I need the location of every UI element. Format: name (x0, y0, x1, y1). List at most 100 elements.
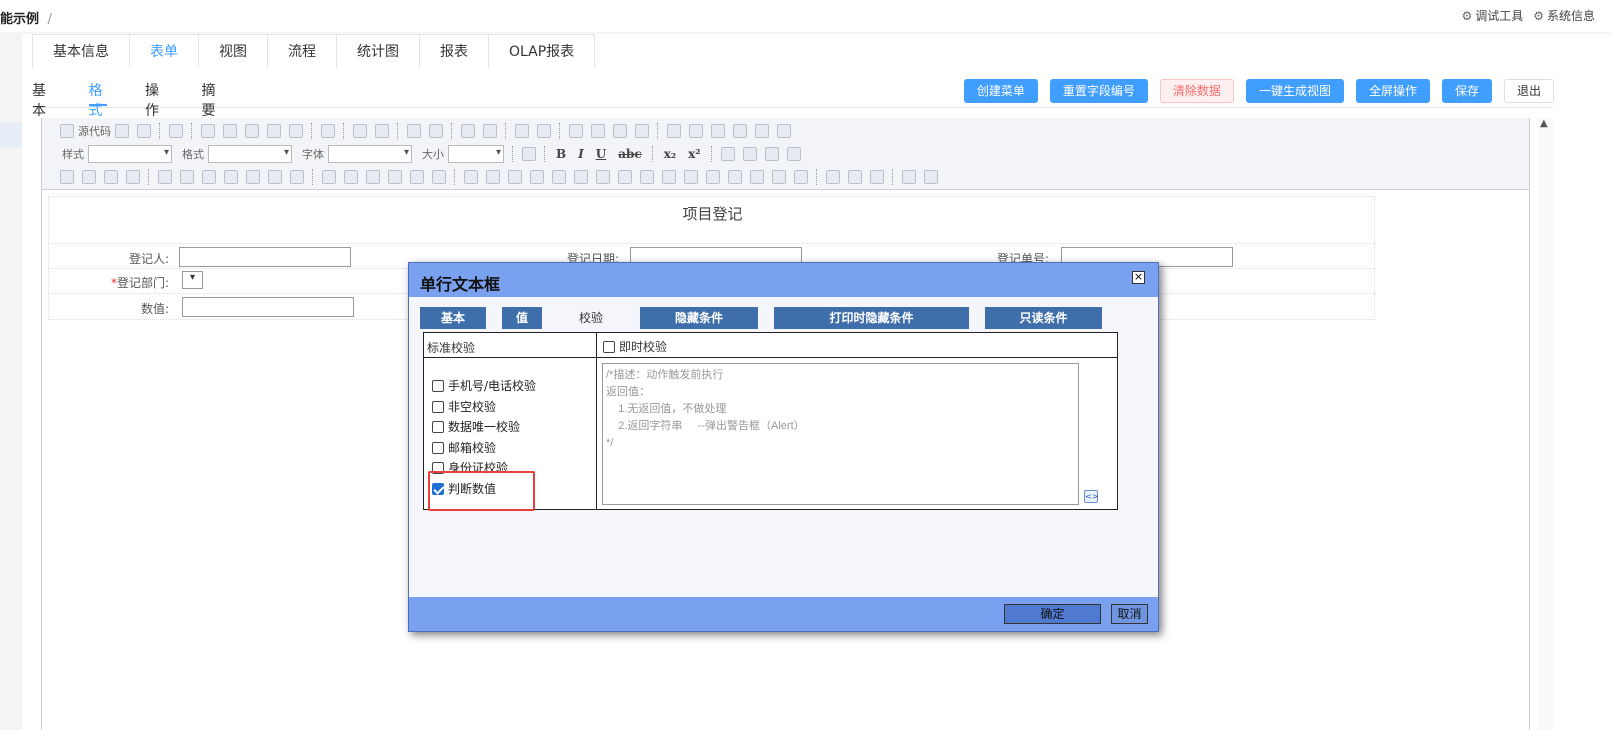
scroll-up-icon[interactable]: ▲ (1540, 118, 1548, 129)
strikethrough-icon[interactable]: abc (618, 147, 641, 161)
web-field-icon[interactable] (662, 170, 676, 184)
align-right-icon[interactable] (764, 147, 779, 161)
dialog-tab-readonly-condition[interactable]: 只读条件 (985, 307, 1102, 329)
email-checkbox[interactable] (432, 442, 444, 454)
zoom-icon[interactable] (137, 124, 151, 138)
hr-icon[interactable] (733, 124, 747, 138)
subscript-icon[interactable]: x₂ (664, 147, 676, 161)
ordered-list-icon[interactable] (515, 124, 529, 138)
preview-find-icon[interactable] (522, 147, 536, 161)
source-code-button[interactable]: 源代码 (78, 123, 111, 139)
smiley-icon[interactable] (755, 124, 769, 138)
circle-field-icon[interactable] (706, 170, 720, 184)
view-field-icon[interactable] (366, 170, 380, 184)
bold-icon[interactable]: B (556, 147, 566, 161)
image-field-icon[interactable] (508, 170, 522, 184)
replace-icon[interactable] (429, 124, 443, 138)
unlink-icon[interactable] (848, 170, 862, 184)
calendar-field-icon[interactable] (158, 170, 172, 184)
map-field-icon[interactable] (388, 170, 402, 184)
tab-view[interactable]: 视图 (198, 34, 268, 68)
special-char-icon[interactable] (777, 124, 791, 138)
template-icon[interactable] (169, 124, 183, 138)
link-icon[interactable] (826, 170, 840, 184)
superscript-icon[interactable]: x² (688, 147, 700, 161)
tab-report[interactable]: 报表 (419, 34, 489, 68)
italic-icon[interactable]: I (578, 147, 584, 161)
subtab-action[interactable]: 操作 (145, 80, 164, 119)
undo-icon[interactable] (353, 124, 367, 138)
fullscreen-button[interactable]: 全屏操作 (1355, 79, 1430, 103)
number-field-icon[interactable] (728, 170, 742, 184)
tab-chart[interactable]: 统计图 (336, 34, 420, 68)
dept-field-icon[interactable] (224, 170, 238, 184)
attach-field-icon[interactable] (268, 170, 282, 184)
format-select[interactable] (208, 145, 292, 163)
align-left-icon[interactable] (720, 147, 735, 161)
instant-validation-checkbox[interactable] (603, 341, 615, 353)
user-field-icon[interactable] (202, 170, 216, 184)
chart-field-icon[interactable] (684, 170, 698, 184)
radio-field-icon[interactable] (82, 170, 96, 184)
spellcheck-icon[interactable] (321, 124, 335, 138)
outdent-icon[interactable] (569, 124, 583, 138)
value-input[interactable] (182, 297, 354, 317)
mic-field-icon[interactable] (596, 170, 610, 184)
list-field-icon[interactable] (432, 170, 446, 184)
exit-button[interactable]: 退出 (1503, 79, 1554, 103)
photo-field-icon[interactable] (574, 170, 588, 184)
anchor-icon[interactable] (870, 170, 884, 184)
dialog-tab-value[interactable]: 值 (502, 307, 542, 329)
checkbox-field-icon[interactable] (60, 170, 74, 184)
select-field-icon[interactable] (290, 170, 304, 184)
generate-view-button[interactable]: 一键生成视图 (1245, 79, 1344, 103)
subtab-format[interactable]: 格式 (88, 80, 107, 119)
align-center-icon[interactable] (742, 147, 757, 161)
word-field-icon[interactable] (640, 170, 654, 184)
validation-script-textarea[interactable]: /*描述：动作触发前执行 返回值： 1.无返回值，不做处理 2.返回字符串 --… (602, 363, 1079, 505)
editor-scrollbar[interactable]: ▲ (1537, 118, 1553, 730)
dept-select[interactable]: ▾ (182, 271, 203, 289)
tab-olap-report[interactable]: OLAP报表 (488, 34, 596, 68)
clear-data-button[interactable]: 清除数据 (1159, 79, 1234, 103)
sparkle-field-icon[interactable] (772, 170, 786, 184)
upload-field-icon[interactable] (344, 170, 358, 184)
sidebar-selected-item[interactable] (0, 122, 22, 148)
camera-field-icon[interactable] (530, 170, 544, 184)
textfield-icon[interactable] (104, 170, 118, 184)
dialog-tab-print-hide-condition[interactable]: 打印时隐藏条件 (774, 307, 969, 329)
hr-field-icon[interactable] (750, 170, 764, 184)
qr-field-icon[interactable] (410, 170, 424, 184)
check-unique[interactable]: 数据唯一校验 (432, 418, 520, 435)
preview-icon[interactable] (115, 124, 129, 138)
font-select[interactable] (328, 145, 412, 163)
align-justify-icon[interactable] (786, 147, 801, 161)
button-field-icon[interactable] (322, 170, 336, 184)
source-icon[interactable] (60, 124, 74, 138)
text-color-icon[interactable] (902, 170, 916, 184)
close-icon[interactable]: × (1132, 271, 1145, 284)
cut-icon[interactable] (201, 124, 215, 138)
check-email[interactable]: 邮箱校验 (432, 439, 496, 456)
dialog-tab-hide-condition[interactable]: 隐藏条件 (640, 307, 758, 329)
table-icon[interactable] (711, 124, 725, 138)
not-empty-checkbox[interactable] (432, 401, 444, 413)
underline-icon[interactable]: U (596, 147, 606, 161)
select-all-icon[interactable] (461, 124, 475, 138)
check-not-empty[interactable]: 非空校验 (432, 398, 496, 415)
barcode-field-icon[interactable] (618, 170, 632, 184)
ok-button[interactable]: 确定 (1004, 604, 1101, 624)
system-info-link[interactable]: ⚙ 系统信息 (1533, 7, 1595, 24)
subtab-basic[interactable]: 基本 (32, 80, 51, 119)
tab-basic-info[interactable]: 基本信息 (32, 34, 130, 68)
image-icon[interactable] (667, 124, 681, 138)
textarea-icon[interactable] (126, 170, 140, 184)
unique-checkbox[interactable] (432, 421, 444, 433)
debug-tool-link[interactable]: ⚙ 调试工具 (1461, 7, 1523, 24)
create-menu-button[interactable]: 创建菜单 (963, 79, 1038, 103)
check-phone[interactable]: 手机号/电话校验 (432, 377, 536, 394)
paste-word-icon[interactable] (289, 124, 303, 138)
tree-field-icon[interactable] (246, 170, 260, 184)
paste-icon[interactable] (245, 124, 259, 138)
pagebreak-icon[interactable] (794, 170, 808, 184)
